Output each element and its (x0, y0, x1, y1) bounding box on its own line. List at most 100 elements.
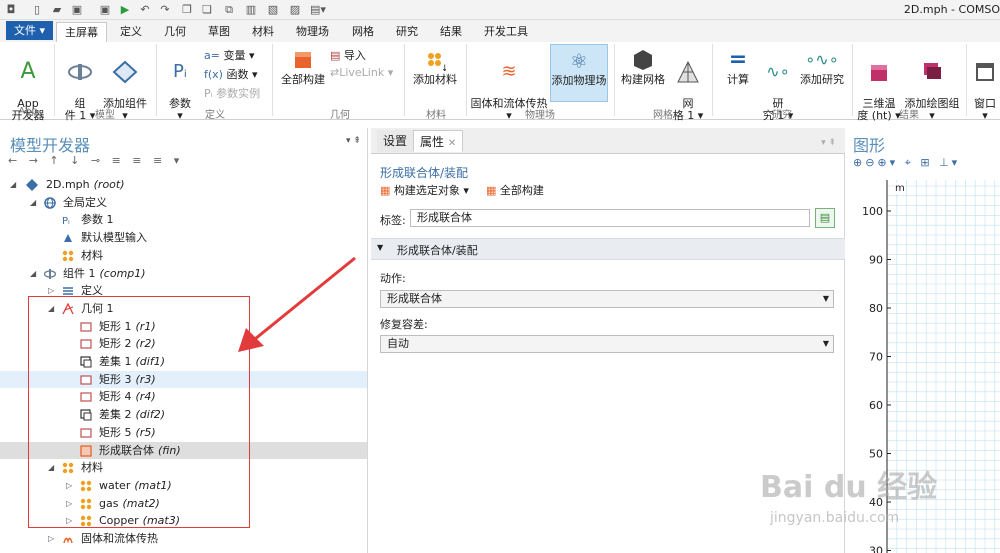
label-input[interactable]: 形成联合体 (410, 209, 810, 227)
livelink-button[interactable]: ⇄LiveLink ▾ (330, 66, 393, 79)
add-study-icon: ∘∿∘ (805, 50, 839, 69)
model-builder-toolbar[interactable]: ← → ↑ ↓ ⊸ ≡ ≡ ≡ ▾ (8, 154, 183, 167)
paste-icon[interactable]: ❏ (200, 3, 214, 17)
section-header[interactable]: ▼ 形成联合体/装配 (371, 238, 845, 260)
build-selected-icon: ▦ (380, 184, 391, 197)
functions-icon: f(x) (204, 68, 223, 81)
tab-mesh[interactable]: 网格 (344, 22, 382, 42)
variables-button[interactable]: a= 变量 ▾ (204, 47, 255, 63)
group-mesh-label: 网格 (653, 110, 673, 121)
expanded-toggle-icon[interactable]: ◢ (30, 194, 36, 212)
tab-study[interactable]: 研究 (388, 22, 426, 42)
collapsed-toggle-icon[interactable]: ▷ (48, 530, 54, 548)
clear-icon[interactable]: ▧ (266, 3, 280, 17)
settings-heading: 形成联合体/装配 (380, 166, 469, 180)
add-study-button[interactable]: ∘∿∘ 添加研究 (798, 48, 846, 86)
build-mesh-button[interactable]: 构建网格 (618, 48, 668, 86)
tree-item-text: 2D.mph (46, 178, 90, 191)
tab-materials[interactable]: 材料 (244, 22, 282, 42)
group-separator (156, 44, 157, 116)
chevron-down-icon: ▼ (822, 294, 829, 303)
duplicate-icon[interactable]: ⧉ (222, 3, 236, 17)
action-caption: 动作: (380, 272, 406, 285)
y-tick-label: 40 (869, 496, 883, 509)
import-icon: ▤ (330, 49, 341, 62)
y-tick-label: 80 (869, 302, 883, 315)
y-tick-label: 100 (862, 205, 883, 218)
tab-results[interactable]: 结果 (432, 22, 470, 42)
save-as-icon[interactable]: ▣ (98, 3, 112, 17)
add-material-button[interactable]: ↓ 添加材料 (410, 48, 460, 86)
livelink-icon: ⇄ (330, 66, 340, 79)
tab-developer[interactable]: 开发工具 (476, 22, 536, 42)
model-input-icon (64, 234, 72, 243)
save-icon[interactable]: ▣ (70, 3, 84, 17)
tab-file[interactable]: 文件 ▾ (6, 21, 54, 40)
repair-select[interactable]: 自动 ▼ (380, 335, 834, 353)
panel-menu-icon[interactable]: ▾ ⇞ (821, 138, 836, 148)
action-select[interactable]: 形成联合体 ▼ (380, 290, 834, 308)
mesh-triangle-icon (677, 60, 699, 83)
run-icon[interactable]: ▶ (118, 3, 132, 17)
graphics-canvas[interactable]: 100 90 80 70 60 50 40 30 (847, 180, 1000, 553)
variables-icon: a= (204, 49, 220, 62)
window-menu-icon[interactable]: ▤▾ (310, 3, 326, 17)
compute-button[interactable]: = 计算 (718, 48, 758, 86)
undo-icon[interactable]: ↶ (138, 3, 152, 17)
tree-item[interactable]: ▷ 固体和流体传热 (0, 530, 367, 548)
group-separator (404, 44, 405, 116)
expanded-toggle-icon[interactable]: ◢ (30, 265, 36, 283)
group-app-label: App (18, 106, 38, 117)
tree-item-label: 全局定义 (63, 194, 107, 212)
tree-item[interactable]: 默认模型输入 (0, 229, 367, 247)
tree-item-tag: (comp1) (99, 266, 146, 280)
copy-icon[interactable]: ❐ (180, 3, 194, 17)
add-material-icon: ↓ (428, 53, 446, 72)
component-icon (44, 268, 56, 279)
new-file-icon[interactable]: ▯ (30, 3, 44, 17)
tree-item[interactable]: ◢ 全局定义 (0, 194, 367, 212)
temperature-cube-icon (871, 65, 887, 81)
select-icon[interactable]: ▨ (288, 3, 302, 17)
param-instance-button[interactable]: Pᵢ 参数实例 (204, 85, 260, 101)
functions-button[interactable]: f(x) 函数 ▾ (204, 66, 258, 82)
y-tick-label: 60 (869, 399, 883, 412)
annotation-rectangle (28, 296, 250, 528)
build-selected-button[interactable]: ▦ 构建选定对象 ▾ (380, 182, 469, 198)
expanded-toggle-icon[interactable]: ◢ (10, 176, 16, 194)
import-button[interactable]: ▤ 导入 (330, 47, 366, 63)
add-physics-button[interactable]: ⚛ 添加物理场 (550, 44, 608, 102)
tab-sketch[interactable]: 草图 (200, 22, 238, 42)
build-all-button[interactable]: 全部构建 (278, 48, 328, 86)
tab-settings-panel[interactable]: 设置 (377, 130, 414, 152)
panel-menu-icon[interactable]: ▾ ⇞ (346, 136, 361, 146)
parameters-icon: Pᵢ (62, 216, 70, 226)
build-all-settings-button[interactable]: ▦ 全部构建 (486, 182, 544, 198)
graphics-toolbar[interactable]: ⊕⊖⊕▾ ⌖ ⊞ ⊥▾ (853, 156, 960, 170)
tab-properties-panel[interactable]: 属性 ✕ (413, 130, 464, 152)
tree-item-label: 固体和流体传热 (81, 530, 158, 548)
open-folder-icon[interactable]: ▰ (50, 3, 64, 17)
root-model-icon (26, 179, 38, 191)
close-icon[interactable]: ✕ (448, 138, 456, 149)
tab-definitions[interactable]: 定义 (112, 22, 150, 42)
group-study-label: 研究 (772, 110, 792, 121)
tree-item-label: 2D.mph (root) (46, 176, 125, 194)
tab-home[interactable]: 主屏幕 (56, 22, 107, 42)
tab-physics[interactable]: 物理场 (288, 22, 337, 42)
heat-transfer-icon: ≋ (501, 61, 517, 82)
parameters-icon: Pᵢ (172, 61, 188, 82)
window-button[interactable]: 窗口 ▾ (970, 48, 1000, 122)
comment-icon[interactable]: ▤ (815, 208, 835, 228)
build-all-icon (295, 52, 311, 68)
delete-icon[interactable]: ▥ (244, 3, 258, 17)
tree-item[interactable]: Pᵢ 参数 1 (0, 211, 367, 229)
tree-item-label: 材料 (81, 247, 103, 265)
tree-item[interactable]: ◢ 2D.mph (root) (0, 176, 367, 194)
tab-geometry[interactable]: 几何 (156, 22, 194, 42)
component-icon (68, 64, 92, 80)
svg-text:Pᵢ: Pᵢ (62, 216, 70, 226)
redo-icon[interactable]: ↷ (158, 3, 172, 17)
ribbon-tabs: 文件 ▾ 主屏幕 定义 几何 草图 材料 物理场 网格 研究 结果 开发工具 (0, 20, 1000, 42)
globe-icon (44, 196, 56, 209)
